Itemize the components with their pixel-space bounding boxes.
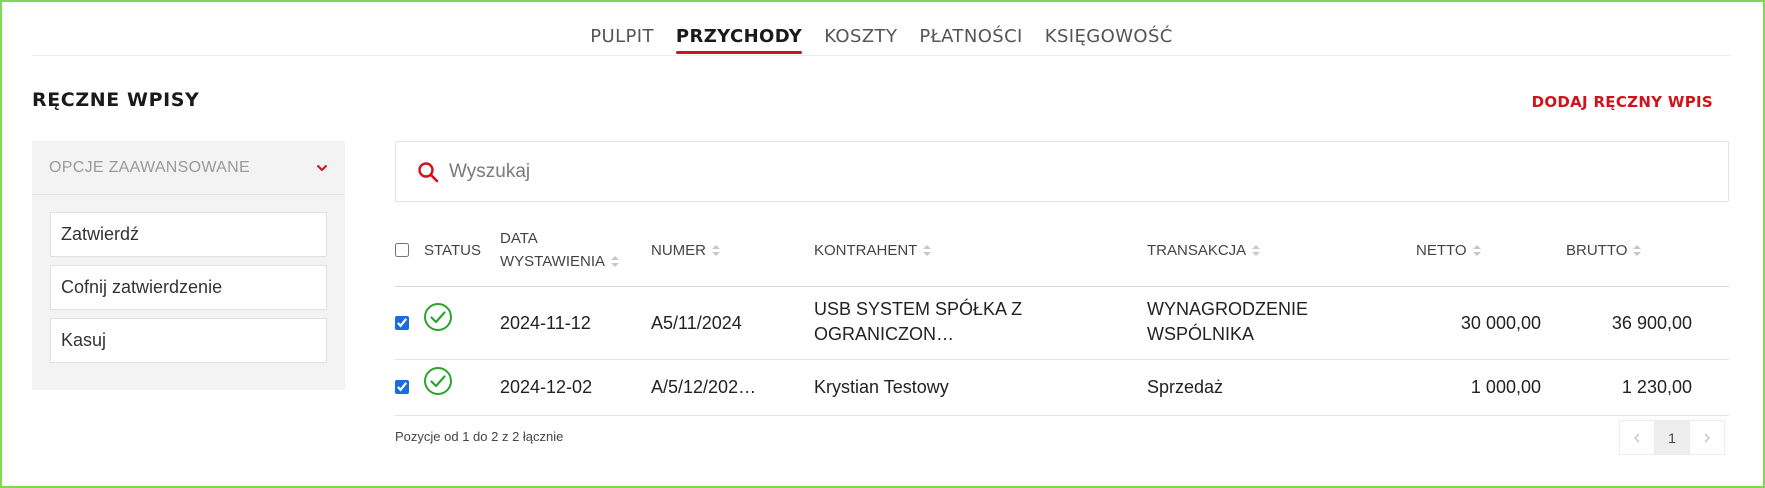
advanced-options-panel: OPCJE ZAAWANSOWANE Zatwierdź Cofnij zatw… <box>32 141 345 390</box>
page-button-current[interactable]: 1 <box>1654 420 1690 455</box>
prev-page-button[interactable] <box>1619 420 1655 455</box>
row-contractor: USB SYSTEM SPÓŁKA Z OGRANICZON… <box>814 297 1022 347</box>
row-net: 30 000,00 <box>1460 313 1541 333</box>
header-net-label: NETTO <box>1416 242 1467 259</box>
tab-ksiegowosc[interactable]: KSIĘGOWOŚĆ <box>1034 0 1184 56</box>
header-net[interactable]: NETTO <box>1416 239 1482 262</box>
check-circle-icon <box>424 367 452 395</box>
add-manual-entry-button[interactable]: DODAJ RĘCZNY WPIS <box>1532 93 1713 111</box>
row-contractor-line2: OGRANICZON… <box>814 324 955 344</box>
tab-koszty[interactable]: KOSZTY <box>813 0 908 56</box>
pagination-info: Pozycje od 1 do 2 z 2 łącznie <box>395 429 564 444</box>
table-row[interactable]: 2024-12-02 A/5/12/202… Krystian Testowy … <box>395 360 1729 416</box>
row-date: 2024-12-02 <box>500 377 593 397</box>
undo-approval-button[interactable]: Cofnij zatwierdzenie <box>50 265 327 310</box>
next-page-button[interactable] <box>1689 420 1725 455</box>
chevron-left-icon <box>1634 433 1640 442</box>
main-nav: PULPIT PRZYCHODY KOSZTY PŁATNOŚCI KSIĘGO… <box>32 0 1731 56</box>
row-checkbox[interactable] <box>395 380 409 394</box>
header-transaction[interactable]: TRANSAKCJA <box>1147 239 1261 262</box>
chevron-right-icon <box>1704 433 1710 442</box>
table-header: STATUS DATA WYSTAWIENIA NUMER KONTRAHENT… <box>395 225 1729 287</box>
approve-button[interactable]: Zatwierdź <box>50 212 327 257</box>
table-row[interactable]: 2024-11-12 A5/11/2024 USB SYSTEM SPÓŁKA … <box>395 287 1729 360</box>
tab-pulpit[interactable]: PULPIT <box>579 0 665 56</box>
check-circle-icon <box>424 303 452 331</box>
header-date-line2: WYSTAWIENIA <box>500 253 605 270</box>
tab-platnosci[interactable]: PŁATNOŚCI <box>908 0 1033 56</box>
delete-button[interactable]: Kasuj <box>50 318 327 363</box>
row-transaction: Sprzedaż <box>1147 377 1224 397</box>
advanced-options-toggle[interactable]: OPCJE ZAAWANSOWANE <box>32 141 345 195</box>
sort-icon <box>611 256 619 267</box>
sort-icon <box>1633 245 1642 256</box>
row-transaction-line2: WSPÓLNIKA <box>1147 324 1255 344</box>
header-gross[interactable]: BRUTTO <box>1566 239 1642 262</box>
row-number: A/5/12/202… <box>651 377 757 397</box>
header-gross-label: BRUTTO <box>1566 242 1628 259</box>
page-title: RĘCZNE WPISY <box>32 89 200 111</box>
row-checkbox[interactable] <box>395 316 409 330</box>
row-date: 2024-11-12 <box>500 313 591 333</box>
select-all-checkbox[interactable] <box>395 243 409 257</box>
chevron-down-icon <box>317 164 327 171</box>
row-gross: 1 230,00 <box>1621 377 1692 397</box>
search-icon <box>418 161 439 182</box>
header-contractor[interactable]: KONTRAHENT <box>814 239 932 262</box>
row-contractor-line1: USB SYSTEM SPÓŁKA Z <box>814 299 1023 319</box>
entries-table: STATUS DATA WYSTAWIENIA NUMER KONTRAHENT… <box>395 225 1729 416</box>
header-contractor-label: KONTRAHENT <box>814 242 918 259</box>
row-contractor: Krystian Testowy <box>814 377 949 397</box>
row-net: 1 000,00 <box>1470 377 1541 397</box>
header-date[interactable]: DATA WYSTAWIENIA <box>500 227 620 273</box>
sort-icon <box>1252 245 1261 256</box>
header-date-line1: DATA <box>500 230 538 247</box>
header-transaction-label: TRANSAKCJA <box>1147 242 1247 259</box>
search-input[interactable] <box>449 160 1649 183</box>
tab-przychody[interactable]: PRZYCHODY <box>665 0 813 56</box>
row-transaction-line1: WYNAGRODZENIE <box>1147 299 1309 319</box>
row-number: A5/11/2024 <box>651 313 742 333</box>
header-number[interactable]: NUMER <box>651 239 721 262</box>
advanced-options-label: OPCJE ZAAWANSOWANE <box>49 158 250 176</box>
row-gross: 36 900,00 <box>1611 313 1692 333</box>
sort-icon <box>712 245 720 256</box>
row-transaction: WYNAGRODZENIE WSPÓLNIKA <box>1147 297 1308 347</box>
sort-icon <box>923 245 932 256</box>
header-number-label: NUMER <box>651 242 706 259</box>
pagination: 1 <box>1619 420 1725 455</box>
search-box <box>395 141 1729 202</box>
header-status: STATUS <box>424 242 481 259</box>
sort-icon <box>1472 245 1481 256</box>
